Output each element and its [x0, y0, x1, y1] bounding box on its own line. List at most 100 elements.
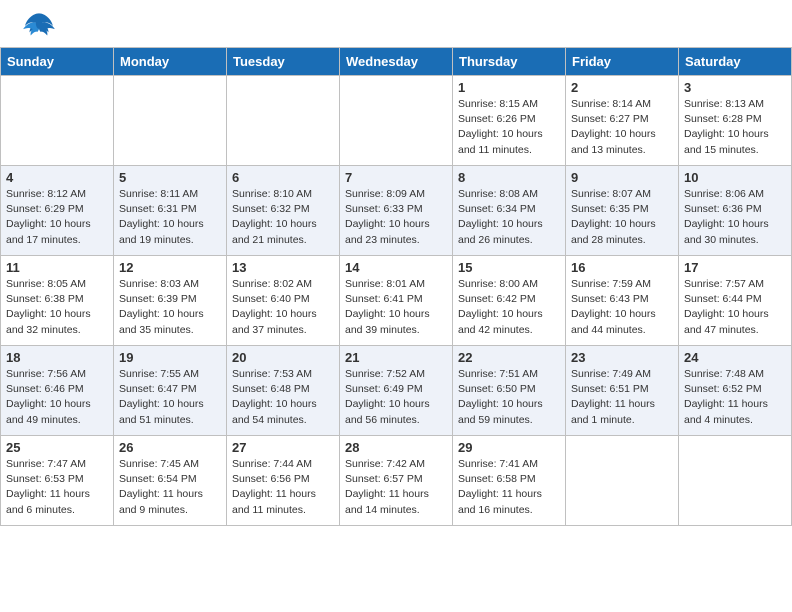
calendar-cell: 7 Sunrise: 8:09 AM Sunset: 6:33 PM Daylig… — [340, 166, 453, 256]
day-number: 17 — [684, 260, 786, 275]
day-info: Sunrise: 7:59 AM Sunset: 6:43 PM Dayligh… — [571, 277, 673, 338]
day-number: 3 — [684, 80, 786, 95]
calendar-table: SundayMondayTuesdayWednesdayThursdayFrid… — [0, 47, 792, 526]
day-info: Sunrise: 7:51 AM Sunset: 6:50 PM Dayligh… — [458, 367, 560, 428]
day-number: 24 — [684, 350, 786, 365]
day-number: 29 — [458, 440, 560, 455]
day-info: Sunrise: 7:52 AM Sunset: 6:49 PM Dayligh… — [345, 367, 447, 428]
calendar-cell: 11 Sunrise: 8:05 AM Sunset: 6:38 PM Dayli… — [1, 256, 114, 346]
calendar-cell: 16 Sunrise: 7:59 AM Sunset: 6:43 PM Dayli… — [566, 256, 679, 346]
day-number: 22 — [458, 350, 560, 365]
logo-container — [20, 10, 58, 42]
day-number: 9 — [571, 170, 673, 185]
bird-icon — [20, 10, 58, 42]
day-info: Sunrise: 7:57 AM Sunset: 6:44 PM Dayligh… — [684, 277, 786, 338]
day-info: Sunrise: 7:55 AM Sunset: 6:47 PM Dayligh… — [119, 367, 221, 428]
day-info: Sunrise: 8:06 AM Sunset: 6:36 PM Dayligh… — [684, 187, 786, 248]
calendar-cell: 12 Sunrise: 8:03 AM Sunset: 6:39 PM Dayli… — [114, 256, 227, 346]
day-info: Sunrise: 7:41 AM Sunset: 6:58 PM Dayligh… — [458, 457, 560, 518]
calendar-cell: 22 Sunrise: 7:51 AM Sunset: 6:50 PM Dayli… — [453, 346, 566, 436]
calendar-body: 1 Sunrise: 8:15 AM Sunset: 6:26 PM Daylig… — [1, 76, 792, 526]
day-number: 6 — [232, 170, 334, 185]
day-number: 16 — [571, 260, 673, 275]
day-number: 27 — [232, 440, 334, 455]
calendar-cell: 9 Sunrise: 8:07 AM Sunset: 6:35 PM Daylig… — [566, 166, 679, 256]
day-info: Sunrise: 8:13 AM Sunset: 6:28 PM Dayligh… — [684, 97, 786, 158]
day-info: Sunrise: 8:07 AM Sunset: 6:35 PM Dayligh… — [571, 187, 673, 248]
day-info: Sunrise: 7:56 AM Sunset: 6:46 PM Dayligh… — [6, 367, 108, 428]
day-info: Sunrise: 8:15 AM Sunset: 6:26 PM Dayligh… — [458, 97, 560, 158]
day-number: 18 — [6, 350, 108, 365]
day-info: Sunrise: 8:03 AM Sunset: 6:39 PM Dayligh… — [119, 277, 221, 338]
calendar-cell — [340, 76, 453, 166]
header — [0, 0, 792, 47]
day-info: Sunrise: 8:05 AM Sunset: 6:38 PM Dayligh… — [6, 277, 108, 338]
day-number: 20 — [232, 350, 334, 365]
calendar-cell: 29 Sunrise: 7:41 AM Sunset: 6:58 PM Dayli… — [453, 436, 566, 526]
calendar-cell — [679, 436, 792, 526]
day-info: Sunrise: 8:01 AM Sunset: 6:41 PM Dayligh… — [345, 277, 447, 338]
day-info: Sunrise: 7:53 AM Sunset: 6:48 PM Dayligh… — [232, 367, 334, 428]
calendar-cell — [1, 76, 114, 166]
calendar-cell: 21Sunrise: 7:52 AM Sunset: 6:49 PM Dayli… — [340, 346, 453, 436]
day-number: 4 — [6, 170, 108, 185]
calendar-week-4: 18 Sunrise: 7:56 AM Sunset: 6:46 PM Dayli… — [1, 346, 792, 436]
day-number: 1 — [458, 80, 560, 95]
day-info: Sunrise: 7:44 AM Sunset: 6:56 PM Dayligh… — [232, 457, 334, 518]
day-info: Sunrise: 8:12 AM Sunset: 6:29 PM Dayligh… — [6, 187, 108, 248]
day-info: Sunrise: 8:10 AM Sunset: 6:32 PM Dayligh… — [232, 187, 334, 248]
day-number: 10 — [684, 170, 786, 185]
calendar-cell: 18 Sunrise: 7:56 AM Sunset: 6:46 PM Dayli… — [1, 346, 114, 436]
day-info: Sunrise: 8:09 AM Sunset: 6:33 PM Dayligh… — [345, 187, 447, 248]
calendar-cell: 25 Sunrise: 7:47 AM Sunset: 6:53 PM Dayli… — [1, 436, 114, 526]
day-number: 5 — [119, 170, 221, 185]
day-number: 2 — [571, 80, 673, 95]
day-info: Sunrise: 7:47 AM Sunset: 6:53 PM Dayligh… — [6, 457, 108, 518]
day-info: Sunrise: 8:00 AM Sunset: 6:42 PM Dayligh… — [458, 277, 560, 338]
day-header-monday: Monday — [114, 48, 227, 76]
calendar-cell: 2Sunrise: 8:14 AM Sunset: 6:27 PM Daylig… — [566, 76, 679, 166]
calendar-header: SundayMondayTuesdayWednesdayThursdayFrid… — [1, 48, 792, 76]
calendar-cell: 6 Sunrise: 8:10 AM Sunset: 6:32 PM Daylig… — [227, 166, 340, 256]
calendar-week-5: 25 Sunrise: 7:47 AM Sunset: 6:53 PM Dayli… — [1, 436, 792, 526]
calendar-cell: 24 Sunrise: 7:48 AM Sunset: 6:52 PM Dayli… — [679, 346, 792, 436]
calendar-cell: 14 Sunrise: 8:01 AM Sunset: 6:41 PM Dayli… — [340, 256, 453, 346]
day-number: 13 — [232, 260, 334, 275]
calendar-week-2: 4 Sunrise: 8:12 AM Sunset: 6:29 PM Daylig… — [1, 166, 792, 256]
day-number: 25 — [6, 440, 108, 455]
day-number: 14 — [345, 260, 447, 275]
day-info: Sunrise: 7:49 AM Sunset: 6:51 PM Dayligh… — [571, 367, 673, 428]
page-container: SundayMondayTuesdayWednesdayThursdayFrid… — [0, 0, 792, 536]
calendar-cell: 26 Sunrise: 7:45 AM Sunset: 6:54 PM Dayli… — [114, 436, 227, 526]
calendar-cell: 13 Sunrise: 8:02 AM Sunset: 6:40 PM Dayli… — [227, 256, 340, 346]
day-number: 11 — [6, 260, 108, 275]
day-number: 7 — [345, 170, 447, 185]
day-number: 26 — [119, 440, 221, 455]
calendar-cell: 28Sunrise: 7:42 AM Sunset: 6:57 PM Dayli… — [340, 436, 453, 526]
header-row: SundayMondayTuesdayWednesdayThursdayFrid… — [1, 48, 792, 76]
day-info: Sunrise: 7:45 AM Sunset: 6:54 PM Dayligh… — [119, 457, 221, 518]
day-info: Sunrise: 7:42 AM Sunset: 6:57 PM Dayligh… — [345, 457, 447, 518]
calendar-cell: 15Sunrise: 8:00 AM Sunset: 6:42 PM Dayli… — [453, 256, 566, 346]
calendar-cell: 27 Sunrise: 7:44 AM Sunset: 6:56 PM Dayli… — [227, 436, 340, 526]
day-header-friday: Friday — [566, 48, 679, 76]
day-info: Sunrise: 7:48 AM Sunset: 6:52 PM Dayligh… — [684, 367, 786, 428]
day-header-saturday: Saturday — [679, 48, 792, 76]
calendar-cell: 23Sunrise: 7:49 AM Sunset: 6:51 PM Dayli… — [566, 346, 679, 436]
day-header-sunday: Sunday — [1, 48, 114, 76]
calendar-cell: 1 Sunrise: 8:15 AM Sunset: 6:26 PM Daylig… — [453, 76, 566, 166]
day-info: Sunrise: 8:02 AM Sunset: 6:40 PM Dayligh… — [232, 277, 334, 338]
calendar-cell: 17 Sunrise: 7:57 AM Sunset: 6:44 PM Dayli… — [679, 256, 792, 346]
calendar-week-3: 11 Sunrise: 8:05 AM Sunset: 6:38 PM Dayli… — [1, 256, 792, 346]
calendar-cell: 4 Sunrise: 8:12 AM Sunset: 6:29 PM Daylig… — [1, 166, 114, 256]
day-info: Sunrise: 8:11 AM Sunset: 6:31 PM Dayligh… — [119, 187, 221, 248]
calendar-cell: 10 Sunrise: 8:06 AM Sunset: 6:36 PM Dayli… — [679, 166, 792, 256]
day-header-tuesday: Tuesday — [227, 48, 340, 76]
day-number: 19 — [119, 350, 221, 365]
day-number: 12 — [119, 260, 221, 275]
calendar-cell: 20 Sunrise: 7:53 AM Sunset: 6:48 PM Dayli… — [227, 346, 340, 436]
calendar-week-1: 1 Sunrise: 8:15 AM Sunset: 6:26 PM Daylig… — [1, 76, 792, 166]
calendar-cell: 8Sunrise: 8:08 AM Sunset: 6:34 PM Daylig… — [453, 166, 566, 256]
calendar-cell — [114, 76, 227, 166]
day-header-thursday: Thursday — [453, 48, 566, 76]
